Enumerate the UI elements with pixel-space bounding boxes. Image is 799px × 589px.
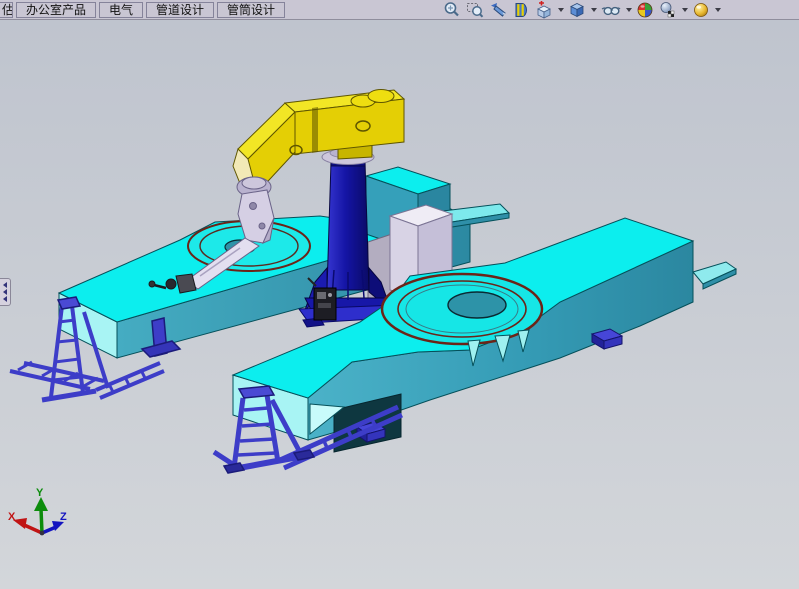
tab-tubing-design[interactable]: 管筒设计 bbox=[217, 2, 285, 18]
y-axis-label: Y bbox=[36, 487, 44, 499]
previous-view-icon[interactable] bbox=[488, 1, 508, 19]
display-style-icon[interactable] bbox=[567, 1, 587, 19]
edit-appearance-icon[interactable] bbox=[635, 1, 655, 19]
zoom-to-area-icon[interactable] bbox=[465, 1, 485, 19]
tab-piping-design[interactable]: 管道设计 bbox=[146, 2, 214, 18]
hide-show-items-icon[interactable] bbox=[600, 1, 622, 19]
cad-application-window: 估 办公室产品 电气 管道设计 管筒设计 bbox=[0, 0, 799, 589]
heads-up-view-toolbar bbox=[442, 0, 721, 20]
tab-office-products[interactable]: 办公室产品 bbox=[16, 2, 96, 18]
foreground-ring-seat[interactable] bbox=[382, 274, 542, 344]
collapse-arrow-icon bbox=[3, 296, 7, 302]
view-orientation-dropdown-arrow[interactable] bbox=[558, 8, 564, 12]
feature-panel-expand-button[interactable] bbox=[0, 278, 11, 306]
robot-counterweight[interactable] bbox=[368, 90, 394, 103]
foreground-ring-hole[interactable] bbox=[448, 292, 506, 318]
apply-scene-icon[interactable] bbox=[658, 1, 678, 19]
command-manager-tab-bar: 估 办公室产品 电气 管道设计 管筒设计 bbox=[0, 0, 799, 20]
tab-electrical[interactable]: 电气 bbox=[99, 2, 143, 18]
collapse-arrow-icon bbox=[3, 289, 7, 295]
zoom-to-fit-icon[interactable] bbox=[442, 1, 462, 19]
display-style-dropdown-arrow[interactable] bbox=[591, 8, 597, 12]
apply-scene-dropdown-arrow[interactable] bbox=[682, 8, 688, 12]
hide-show-items-dropdown-arrow[interactable] bbox=[626, 8, 632, 12]
section-view-icon[interactable] bbox=[511, 1, 531, 19]
x-axis-label: X bbox=[8, 511, 16, 523]
view-orientation-icon[interactable] bbox=[534, 1, 554, 19]
tab-evaluate-partial[interactable]: 估 bbox=[0, 2, 13, 18]
graphics-viewport[interactable]: X Y Z bbox=[0, 20, 799, 589]
collapse-arrow-icon bbox=[3, 282, 7, 288]
view-settings-icon[interactable] bbox=[691, 1, 711, 19]
view-settings-dropdown-arrow[interactable] bbox=[715, 8, 721, 12]
z-axis-label: Z bbox=[60, 511, 67, 523]
